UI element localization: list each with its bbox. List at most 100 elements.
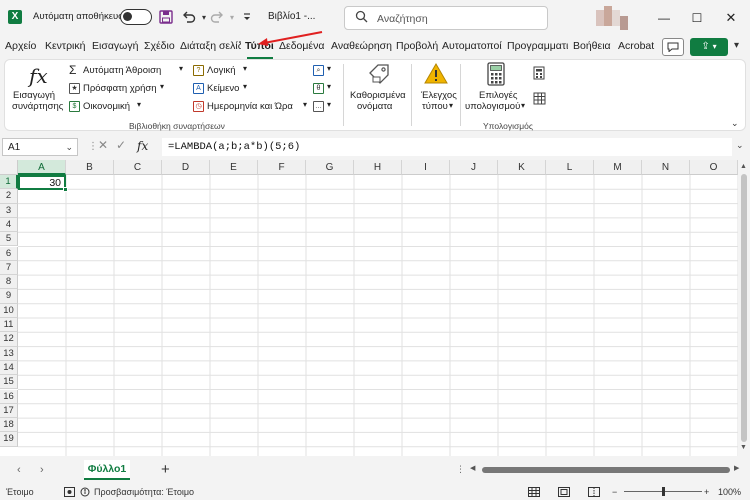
next-sheet-icon[interactable]: ›: [40, 464, 44, 476]
row-header-13[interactable]: 13: [0, 346, 18, 361]
text-functions-button[interactable]: A Κείμενο ▾: [193, 82, 303, 96]
formula-input[interactable]: =LAMBDA(a;b;a*b)(5;6): [162, 138, 732, 156]
row-header-1[interactable]: 1: [0, 175, 18, 190]
calculate-sheet-button[interactable]: [533, 92, 547, 106]
column-header-b[interactable]: B: [66, 160, 114, 175]
calculate-now-button[interactable]: [533, 66, 547, 80]
zoom-slider-thumb[interactable]: [662, 487, 665, 496]
autosave-toggle[interactable]: [120, 9, 152, 25]
tab-view[interactable]: Προβολή: [396, 40, 438, 52]
cell-a1[interactable]: 30: [18, 175, 68, 192]
date-time-button[interactable]: ◷ Ημερομηνία και Ώρα ▾: [193, 100, 311, 114]
tab-insert[interactable]: Εισαγωγή: [92, 40, 138, 52]
customize-qat-icon[interactable]: [238, 8, 256, 26]
column-header-k[interactable]: K: [498, 160, 546, 175]
select-all-corner[interactable]: [0, 160, 18, 175]
column-header-h[interactable]: H: [354, 160, 402, 175]
scroll-down-icon[interactable]: ▼: [740, 444, 747, 451]
document-title[interactable]: Βιβλίο1 -...: [268, 11, 315, 22]
math-trig-button[interactable]: θ ▾: [313, 82, 337, 96]
scroll-up-icon[interactable]: ▲: [740, 163, 747, 170]
more-functions-button[interactable]: … ▾: [313, 100, 337, 114]
tab-file[interactable]: Αρχείο: [5, 40, 39, 52]
share-button[interactable]: ⇪ ▾: [690, 38, 728, 56]
column-header-d[interactable]: D: [162, 160, 210, 175]
row-header-19[interactable]: 19: [0, 432, 18, 447]
cancel-icon[interactable]: ✕: [98, 138, 108, 152]
search-box[interactable]: Αναζήτηση: [344, 6, 548, 30]
horizontal-scroll-thumb[interactable]: [482, 467, 730, 473]
column-header-c[interactable]: C: [114, 160, 162, 175]
tab-review[interactable]: Αναθεώρηση: [331, 40, 393, 52]
defined-names-button[interactable]: Καθορισμένα ονόματα: [347, 62, 409, 118]
fill-handle[interactable]: [63, 187, 68, 192]
row-header-9[interactable]: 9: [0, 289, 18, 304]
column-header-n[interactable]: N: [642, 160, 690, 175]
comments-button[interactable]: [662, 38, 684, 56]
tab-draw[interactable]: Σχέδιο: [144, 40, 177, 52]
scroll-left-icon[interactable]: ◀: [470, 464, 475, 472]
maximize-button[interactable]: ☐: [687, 9, 707, 27]
recently-used-button[interactable]: ★ Πρόσφατη χρήση ▾: [69, 82, 187, 96]
row-header-3[interactable]: 3: [0, 203, 18, 218]
name-box-dropdown-icon[interactable]: ⌄: [65, 142, 73, 153]
row-header-8[interactable]: 8: [0, 275, 18, 290]
row-header-18[interactable]: 18: [0, 418, 18, 433]
name-box[interactable]: A1 ⌄: [2, 138, 78, 156]
scroll-right-icon[interactable]: ▶: [734, 464, 739, 472]
row-header-6[interactable]: 6: [0, 246, 18, 261]
tab-acrobat[interactable]: Acrobat: [618, 40, 658, 52]
account-avatar[interactable]: [596, 6, 634, 30]
row-header-4[interactable]: 4: [0, 217, 18, 233]
horizontal-scrollbar[interactable]: ◀ ▶: [470, 464, 742, 474]
page-layout-view-icon[interactable]: [558, 487, 570, 499]
insert-function-button[interactable]: fx Εισαγωγή συνάρτησης: [9, 62, 67, 118]
row-header-11[interactable]: 11: [0, 318, 18, 333]
column-header-m[interactable]: M: [594, 160, 642, 175]
column-header-a[interactable]: A: [18, 160, 66, 175]
tab-page-layout[interactable]: Διάταξη σελίδ: [180, 40, 241, 52]
ribbon-options-chevron-icon[interactable]: ⌄: [731, 118, 739, 129]
ribbon-collapse-chevron-icon[interactable]: ▾: [734, 40, 739, 51]
row-header-5[interactable]: 5: [0, 232, 18, 247]
minimize-button[interactable]: —: [654, 9, 674, 27]
vertical-scrollbar[interactable]: ▲ ▼: [738, 160, 750, 456]
close-button[interactable]: ✕: [721, 9, 741, 27]
tab-home[interactable]: Κεντρική: [45, 40, 85, 52]
sheetbar-grip-icon[interactable]: ⋮: [456, 464, 465, 475]
vertical-scroll-thumb[interactable]: [741, 174, 747, 442]
column-header-o[interactable]: O: [690, 160, 738, 175]
logical-button[interactable]: ? Λογική ▾: [193, 64, 303, 78]
row-header-14[interactable]: 14: [0, 360, 18, 376]
enter-icon[interactable]: ✓: [116, 138, 126, 152]
formula-bar-expand-icon[interactable]: ⌄: [736, 140, 744, 151]
save-icon[interactable]: [157, 8, 175, 26]
row-header-16[interactable]: 16: [0, 389, 18, 404]
row-header-10[interactable]: 10: [0, 303, 18, 318]
column-header-j[interactable]: J: [450, 160, 498, 175]
lookup-reference-button[interactable]: ⌕ ▾: [313, 64, 337, 78]
insert-function-fx-icon[interactable]: fx: [137, 139, 148, 153]
tab-automate[interactable]: Αυτοματοποί: [442, 40, 502, 52]
formula-auditing-button[interactable]: Έλεγχος τύπου ▾: [415, 62, 457, 118]
tab-help[interactable]: Βοήθεια: [573, 40, 613, 52]
column-header-g[interactable]: G: [306, 160, 354, 175]
accessibility-icon[interactable]: [80, 487, 90, 499]
page-break-view-icon[interactable]: [588, 487, 600, 499]
zoom-in-icon[interactable]: +: [704, 487, 709, 497]
financial-button[interactable]: $ Οικονομική ▾: [69, 100, 187, 114]
row-header-17[interactable]: 17: [0, 403, 18, 419]
column-header-i[interactable]: I: [402, 160, 450, 175]
row-header-7[interactable]: 7: [0, 260, 18, 276]
column-header-f[interactable]: F: [258, 160, 306, 175]
normal-view-icon[interactable]: [528, 487, 540, 499]
accessibility-status[interactable]: Προσβασιμότητα: Έτοιμο: [94, 487, 194, 497]
column-header-l[interactable]: L: [546, 160, 594, 175]
row-header-2[interactable]: 2: [0, 189, 18, 204]
worksheet-grid[interactable]: 30 A B C D E F G H I J K L M N O 1 2 3 4 5 6 7 8 9 10 11 12 13 14 15 1…: [0, 160, 738, 456]
row-header-12[interactable]: 12: [0, 332, 18, 347]
column-header-e[interactable]: E: [210, 160, 258, 175]
macro-record-icon[interactable]: [64, 487, 75, 499]
zoom-level[interactable]: 100%: [718, 487, 741, 497]
add-sheet-button[interactable]: +: [161, 461, 170, 478]
